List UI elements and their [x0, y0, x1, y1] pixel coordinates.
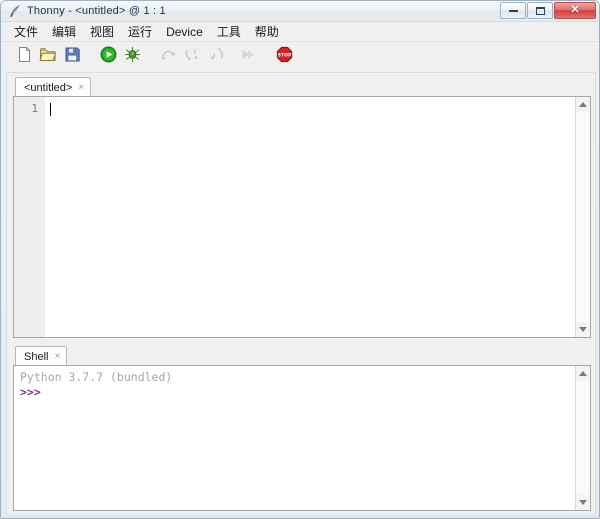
- run-play-icon: [100, 46, 117, 68]
- toolbar: STOP: [1, 42, 599, 71]
- debug-button[interactable]: [121, 46, 143, 68]
- shell-tabstrip: Shell ×: [13, 345, 591, 366]
- editor-scroll-track[interactable]: [576, 112, 590, 322]
- chevron-down-icon: [579, 500, 587, 505]
- new-file-button[interactable]: [13, 46, 35, 68]
- open-file-button[interactable]: [37, 46, 59, 68]
- shell-pane: Shell × Python 3.7.7 (bundled) >>>: [13, 345, 591, 511]
- step-into-icon: [184, 46, 201, 68]
- editor-tab-untitled[interactable]: <untitled> ×: [15, 77, 91, 97]
- step-out-icon: [208, 46, 225, 68]
- shell-tab-label: Shell: [24, 351, 48, 363]
- chevron-up-icon: [579, 371, 587, 376]
- step-over-button[interactable]: [157, 46, 179, 68]
- editor-code-area[interactable]: [45, 97, 575, 337]
- minimize-icon: [509, 9, 518, 12]
- shell-textframe: Python 3.7.7 (bundled) >>>: [13, 365, 591, 511]
- save-file-button[interactable]: [61, 46, 83, 68]
- debug-bug-icon: [124, 46, 141, 68]
- line-number: 1: [14, 101, 44, 116]
- stop-octagon-icon: STOP: [276, 46, 293, 68]
- editor-vertical-scrollbar[interactable]: [575, 97, 590, 337]
- shell-tab-close-icon[interactable]: ×: [54, 352, 60, 362]
- window-bottom-edge: [1, 514, 599, 518]
- step-over-icon: [160, 46, 177, 68]
- editor-tab-close-icon[interactable]: ×: [78, 83, 84, 93]
- svg-text:STOP: STOP: [277, 52, 291, 58]
- editor-textframe: 1: [13, 96, 591, 338]
- menu-file[interactable]: 文件: [7, 21, 45, 42]
- close-button[interactable]: ✕: [554, 2, 596, 19]
- minimize-button[interactable]: [500, 2, 526, 19]
- step-into-button[interactable]: [181, 46, 203, 68]
- main-body: <untitled> × 1: [6, 72, 596, 515]
- menubar: 文件 编辑 视图 运行 Device 工具 帮助: [1, 22, 599, 42]
- titlebar: Thonny - <untitled> @ 1 : 1 ✕: [1, 1, 599, 22]
- editor-scroll-up-button[interactable]: [576, 97, 590, 112]
- text-cursor: [50, 103, 51, 116]
- shell-vertical-scrollbar[interactable]: [575, 366, 590, 510]
- menu-help[interactable]: 帮助: [248, 21, 286, 42]
- shell-banner: Python 3.7.7 (bundled): [20, 370, 575, 385]
- pane-sash[interactable]: [13, 339, 591, 344]
- resume-button[interactable]: [237, 46, 259, 68]
- chevron-down-icon: [579, 327, 587, 332]
- menu-run[interactable]: 运行: [121, 21, 159, 42]
- window-title: Thonny - <untitled> @ 1 : 1: [27, 5, 166, 17]
- step-out-button[interactable]: [205, 46, 227, 68]
- shell-scroll-down-button[interactable]: [576, 495, 590, 510]
- stop-button[interactable]: STOP: [273, 46, 295, 68]
- new-file-icon: [16, 46, 33, 68]
- editor-tab-label: <untitled>: [24, 82, 72, 94]
- menu-view[interactable]: 视图: [83, 21, 121, 42]
- shell-scroll-up-button[interactable]: [576, 366, 590, 381]
- editor-tabstrip: <untitled> ×: [13, 76, 591, 97]
- thonny-main-window: Thonny - <untitled> @ 1 : 1 ✕ 文件 编辑 视图 运…: [0, 0, 600, 519]
- maximize-icon: [536, 7, 545, 15]
- close-icon: ✕: [570, 5, 579, 16]
- resume-fast-forward-icon: [240, 46, 257, 68]
- menu-tools[interactable]: 工具: [210, 21, 248, 42]
- shell-prompt: >>>: [20, 385, 575, 400]
- shell-scroll-track[interactable]: [576, 381, 590, 495]
- quill-icon: [8, 4, 22, 18]
- run-button[interactable]: [97, 46, 119, 68]
- open-folder-icon: [39, 46, 57, 68]
- menu-device[interactable]: Device: [159, 23, 210, 41]
- shell-output-area[interactable]: Python 3.7.7 (bundled) >>>: [14, 366, 575, 510]
- maximize-button[interactable]: [527, 2, 553, 19]
- editor-pane: <untitled> × 1: [13, 76, 591, 338]
- window-controls: ✕: [500, 2, 596, 19]
- menu-edit[interactable]: 编辑: [45, 21, 83, 42]
- editor-line-gutter: 1: [14, 97, 45, 337]
- save-disk-icon: [64, 46, 81, 68]
- editor-scroll-down-button[interactable]: [576, 322, 590, 337]
- chevron-up-icon: [579, 102, 587, 107]
- shell-tab[interactable]: Shell ×: [15, 346, 67, 366]
